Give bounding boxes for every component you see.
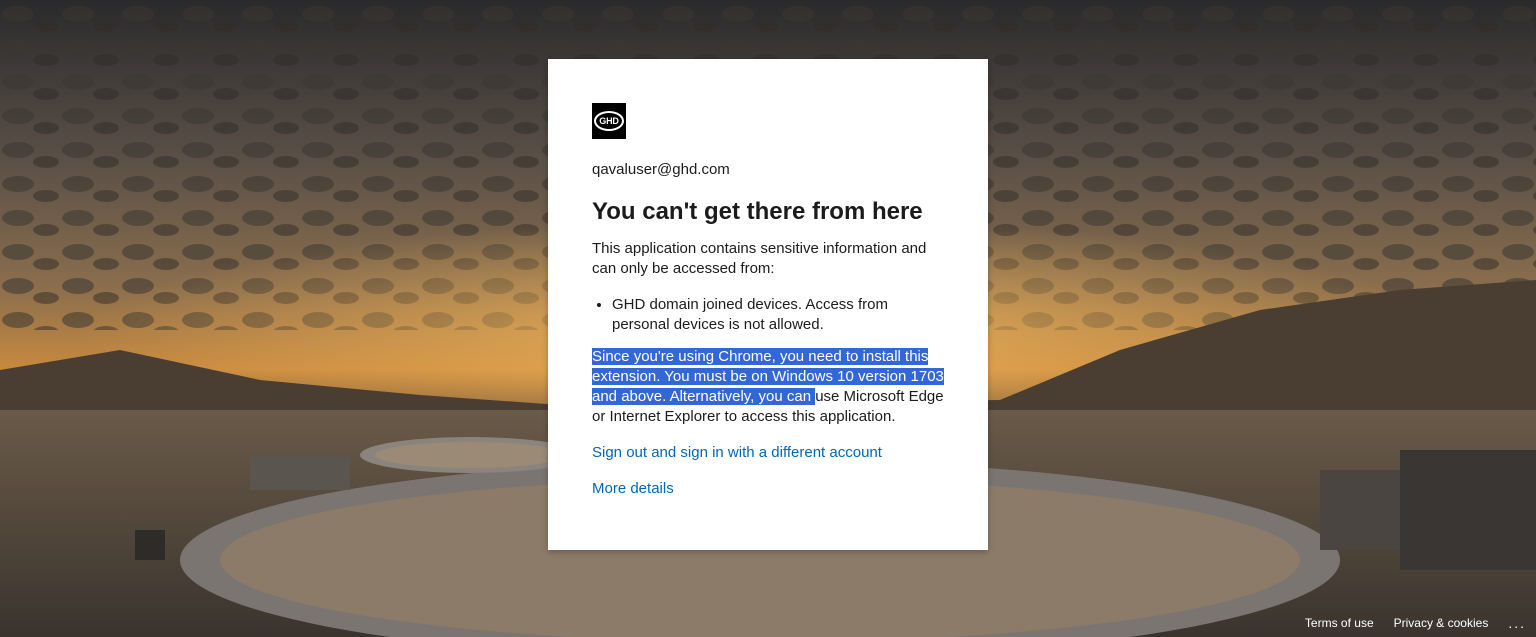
error-card: GHD qavaluser@ghd.com You can't get ther… [548, 59, 988, 550]
requirement-item: GHD domain joined devices. Access from p… [612, 295, 944, 335]
more-options-icon[interactable]: ... [1508, 615, 1526, 631]
requirements-list: GHD domain joined devices. Access from p… [592, 295, 944, 335]
page-title: You can't get there from here [592, 198, 923, 225]
logo-text: GHD [599, 116, 619, 126]
ghd-logo-icon: GHD [592, 103, 626, 139]
browser-message: Since you're using Chrome, you need to i… [592, 347, 944, 427]
account-email: qavaluser@ghd.com [592, 161, 730, 178]
more-details-link[interactable]: More details [592, 479, 944, 499]
error-description: This application contains sensitive info… [592, 240, 927, 277]
sign-out-link[interactable]: Sign out and sign in with a different ac… [592, 443, 944, 463]
terms-of-use-link[interactable]: Terms of use [1305, 616, 1374, 630]
footer: Terms of use Privacy & cookies ... [1305, 609, 1536, 637]
privacy-cookies-link[interactable]: Privacy & cookies [1394, 616, 1489, 630]
